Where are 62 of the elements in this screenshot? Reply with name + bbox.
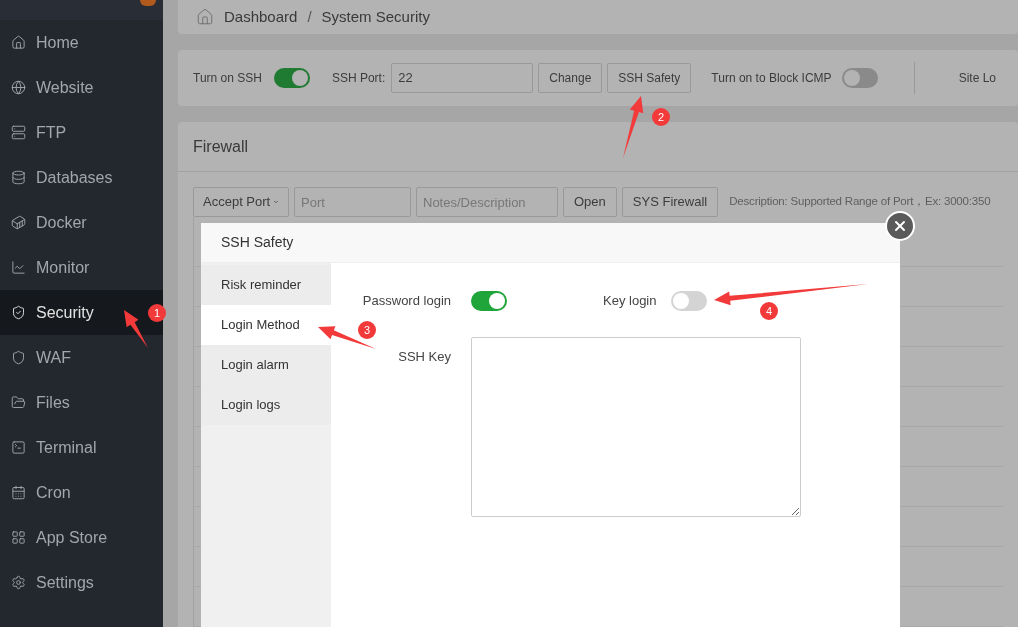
- toggle-switch[interactable]: [671, 291, 708, 311]
- toolbar-button[interactable]: Open: [563, 187, 617, 217]
- port-field[interactable]: 22: [391, 62, 534, 93]
- server-icon: [11, 125, 26, 140]
- notes-field[interactable]: Notes/Description: [416, 187, 558, 217]
- folder-icon: [11, 395, 26, 410]
- sidebar-item[interactable]: Terminal: [0, 425, 163, 470]
- port-field[interactable]: Port: [294, 187, 411, 217]
- field-label: SSH Port:: [331, 69, 386, 87]
- database-icon: [11, 170, 26, 185]
- toolbar-button[interactable]: Change: [538, 62, 603, 93]
- shield-icon: [11, 305, 26, 320]
- calendar-icon: [11, 485, 26, 500]
- toolbar-label: Site Lo: [958, 69, 996, 87]
- toggle-label: Turn on SSH: [193, 69, 262, 87]
- breadcrumb-link[interactable]: System Security: [321, 5, 430, 29]
- home-icon: [196, 7, 214, 26]
- sidebar-item[interactable]: Home: [0, 20, 163, 65]
- sidebar-item[interactable]: Docker: [0, 200, 163, 245]
- toggle-label: Password login: [361, 292, 451, 311]
- breadcrumb-link[interactable]: Dashboard: [224, 5, 298, 29]
- sidebar-item[interactable]: WAF: [0, 335, 163, 380]
- chart-icon: [11, 260, 26, 275]
- toggle-label: Key login: [603, 292, 657, 311]
- toggle-label: Turn on to Block ICMP: [711, 69, 832, 87]
- sidebar-item[interactable]: Settings: [0, 560, 163, 605]
- sidebar-item[interactable]: Website: [0, 65, 163, 110]
- port-select[interactable]: Accept Port: [193, 187, 289, 217]
- sidebar-item[interactable]: Files: [0, 380, 163, 425]
- ssh-key-field[interactable]: [471, 337, 801, 517]
- annotation-arrow: [124, 310, 148, 348]
- sidebar-item[interactable]: Monitor: [0, 245, 163, 290]
- shield-icon: [11, 350, 26, 365]
- annotation-arrow: [318, 326, 376, 349]
- sidebar-item[interactable]: Cron: [0, 470, 163, 515]
- dialog-tab[interactable]: Login alarm: [201, 345, 331, 385]
- toolbar-button[interactable]: SYS Firewall: [621, 187, 719, 217]
- sidebar-item[interactable]: Databases: [0, 155, 163, 200]
- container-icon: [11, 215, 26, 230]
- toolbar-button[interactable]: SSH Safety: [607, 62, 692, 93]
- logo-badge-icon: [140, 0, 156, 6]
- dialog-tab[interactable]: Risk reminder: [201, 265, 331, 305]
- annotation-arrow: [623, 96, 644, 158]
- card-title: Firewall: [193, 136, 249, 157]
- globe-icon: [11, 80, 26, 95]
- settings-icon: [11, 575, 26, 590]
- home-icon: [11, 35, 26, 50]
- sidebar-item[interactable]: FTP: [0, 110, 163, 155]
- dialog-tab[interactable]: Login Method: [201, 305, 331, 345]
- field-label: SSH Key: [397, 348, 451, 366]
- terminal-icon: [11, 440, 26, 455]
- description-text: Description: Supported Range of Port，Ex: 3000:350: [729, 194, 991, 210]
- sidebar-item[interactable]: App Store: [0, 515, 163, 560]
- breadcrumb-separator: /: [307, 6, 312, 27]
- close-icon: [892, 218, 908, 234]
- toggle-switch[interactable]: [273, 67, 310, 88]
- toggle-switch[interactable]: [471, 291, 507, 311]
- dialog-tab[interactable]: Login logs: [201, 385, 331, 425]
- grid-icon: [11, 530, 26, 545]
- dialog-title: SSH Safety: [221, 233, 294, 252]
- toggle-switch[interactable]: [841, 67, 878, 88]
- annotation-badge: 2: [652, 108, 670, 126]
